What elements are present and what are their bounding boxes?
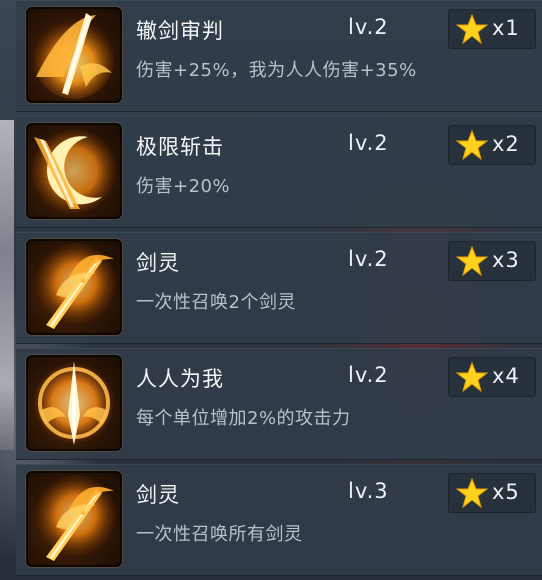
star-cost-count: x3 — [492, 248, 520, 272]
skill-level: lv.3 — [348, 479, 389, 503]
star-cost-badge: x5 — [448, 473, 536, 513]
star-cost-badge: x4 — [448, 357, 536, 397]
skill-level: lv.2 — [348, 131, 389, 155]
star-cost-count: x2 — [492, 132, 520, 156]
skill-level: lv.2 — [348, 247, 389, 271]
skill-card-4[interactable]: 人人为我 lv.2 每个单位增加2%的攻击力 x4 — [16, 348, 542, 460]
skill-name: 人人为我 — [136, 367, 224, 391]
sword-spirit-icon — [26, 471, 122, 567]
star-icon — [456, 477, 488, 509]
skill-card-3[interactable]: 剑灵 lv.2 一次性召唤2个剑灵 x3 — [16, 232, 542, 344]
star-cost-count: x4 — [492, 364, 520, 388]
radiant-blade-icon — [26, 355, 122, 451]
star-icon — [456, 129, 488, 161]
skill-description: 一次性召唤所有剑灵 — [136, 524, 303, 545]
flame-spear-icon — [26, 7, 122, 103]
skill-name: 剑灵 — [136, 251, 180, 275]
crescent-slash-icon — [26, 123, 122, 219]
skill-card-1[interactable]: 辙剑审判 lv.2 伤害+25%，我为人人伤害+35% x1 — [16, 0, 542, 112]
star-cost-count: x5 — [492, 480, 520, 504]
skill-name: 辙剑审判 — [136, 19, 224, 43]
skill-card-5[interactable]: 剑灵 lv.3 一次性召唤所有剑灵 x5 — [16, 464, 542, 576]
skill-level: lv.2 — [348, 363, 389, 387]
skill-card-2[interactable]: 极限斩击 lv.2 伤害+20% x2 — [16, 116, 542, 228]
skill-description: 伤害+25%，我为人人伤害+35% — [136, 60, 417, 81]
skill-name: 剑灵 — [136, 483, 180, 507]
star-cost-badge: x2 — [448, 125, 536, 165]
star-icon — [456, 13, 488, 45]
sword-spirit-icon — [26, 239, 122, 335]
skill-level: lv.2 — [348, 15, 389, 39]
star-icon — [456, 361, 488, 393]
skill-name: 极限斩击 — [136, 135, 224, 159]
skill-list-panel: 辙剑审判 lv.2 伤害+25%，我为人人伤害+35% x1 极限斩击 lv.2… — [8, 0, 542, 580]
star-icon — [456, 245, 488, 277]
star-cost-badge: x1 — [448, 9, 536, 49]
skill-description: 伤害+20% — [136, 176, 231, 197]
skill-description: 每个单位增加2%的攻击力 — [136, 408, 351, 429]
star-cost-count: x1 — [492, 16, 520, 40]
skill-description: 一次性召唤2个剑灵 — [136, 292, 296, 313]
star-cost-badge: x3 — [448, 241, 536, 281]
